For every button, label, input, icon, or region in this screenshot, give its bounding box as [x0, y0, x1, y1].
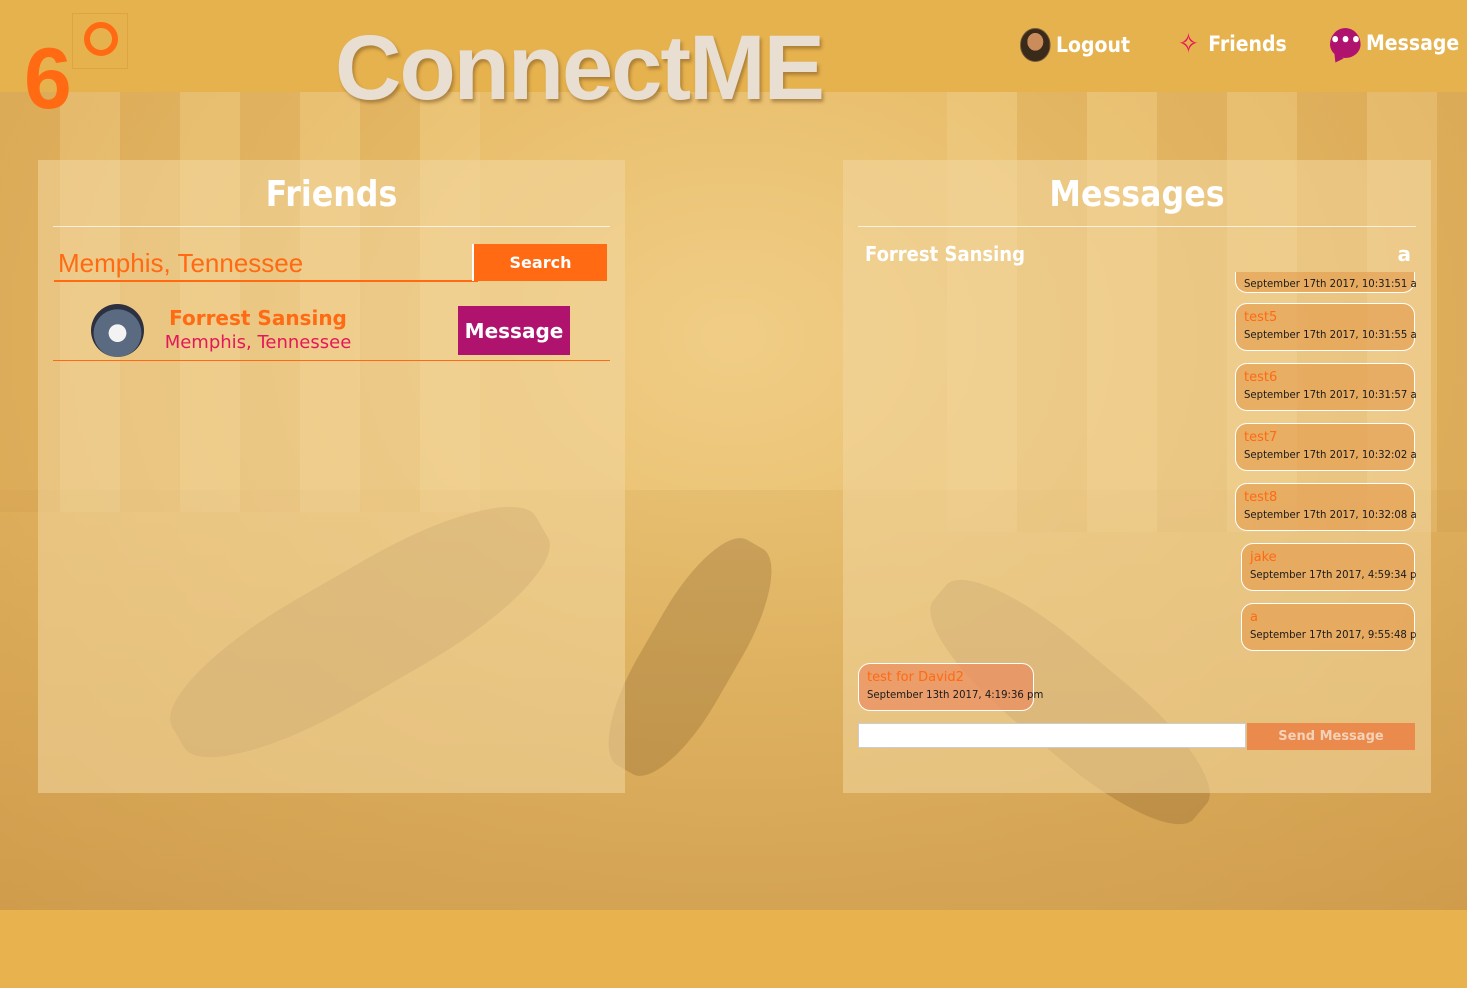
nav-logout-label: Logout — [1056, 33, 1131, 57]
message-text: jake — [1250, 550, 1277, 565]
message-bubble: test6 September 17th 2017, 10:31:57 am — [1235, 363, 1416, 411]
friend-result-row: Forrest Sansing Memphis, Tennessee Messa… — [53, 300, 610, 361]
messages-panel: Messages Forrest Sansing a September 17t… — [843, 160, 1431, 793]
message-time: September 17th 2017, 10:32:08 am — [1244, 508, 1416, 521]
conversation-name: Forrest Sansing — [865, 242, 1025, 266]
message-list[interactable]: September 17th 2017, 10:31:51 am test5 S… — [858, 272, 1416, 714]
message-time: September 17th 2017, 9:55:48 pm — [1250, 628, 1416, 641]
message-bubble: September 17th 2017, 10:31:51 am — [1235, 272, 1416, 293]
message-text: test7 — [1244, 430, 1278, 445]
messages-title: Messages — [1049, 174, 1225, 215]
message-bubble: test5 September 17th 2017, 10:31:55 am — [1235, 303, 1416, 351]
footer — [0, 910, 1467, 988]
chat-bubble-icon: ••• — [1330, 28, 1361, 58]
conversation-corner-letter: a — [1397, 242, 1412, 266]
brand-title: ConnectME — [335, 17, 825, 119]
message-time: September 17th 2017, 4:59:34 pm — [1250, 568, 1416, 581]
message-time: September 17th 2017, 10:31:55 am — [1244, 328, 1416, 341]
user-avatar-icon — [1020, 28, 1051, 62]
nav-logout[interactable]: Logout — [1020, 28, 1130, 62]
nav-friends-label: Friends — [1208, 32, 1287, 56]
friends-title: Friends — [265, 174, 398, 215]
logo-degree-icon — [84, 22, 118, 56]
message-bubble: a September 17th 2017, 9:55:48 pm — [1241, 603, 1416, 651]
avatar[interactable] — [91, 304, 144, 357]
friend-name[interactable]: Forrest Sansing — [163, 306, 353, 330]
friends-panel: Friends Search Forrest Sansing Memphis, … — [38, 160, 625, 793]
message-time: September 17th 2017, 10:32:02 am — [1244, 448, 1416, 461]
message-input[interactable] — [858, 723, 1246, 748]
message-bubble: test for David2 September 13th 2017, 4:1… — [858, 663, 1044, 711]
message-bubble: jake September 17th 2017, 4:59:34 pm — [1241, 543, 1416, 591]
message-text: test5 — [1244, 310, 1278, 325]
nav-friends[interactable]: ✧ Friends — [1174, 28, 1287, 60]
message-time: September 13th 2017, 4:19:36 pm — [867, 688, 1044, 701]
search-button[interactable]: Search — [472, 244, 607, 281]
message-text: a — [1250, 610, 1258, 625]
message-text: test6 — [1244, 370, 1278, 385]
message-text: test8 — [1244, 490, 1278, 505]
message-bubble: test8 September 17th 2017, 10:32:08 am — [1235, 483, 1416, 531]
friend-location: Memphis, Tennessee — [164, 332, 352, 353]
message-time: September 17th 2017, 10:31:57 am — [1244, 388, 1416, 401]
nav-message[interactable]: ••• Message — [1330, 28, 1459, 58]
message-bubble: test7 September 17th 2017, 10:32:02 am — [1235, 423, 1416, 471]
divider — [53, 226, 610, 227]
divider — [858, 226, 1416, 227]
logo-number: 6 — [24, 31, 72, 127]
message-friend-button[interactable]: Message — [458, 306, 570, 355]
people-icon: ✧ — [1177, 27, 1199, 60]
message-text: test for David2 — [867, 670, 964, 685]
send-message-button[interactable]: Send Message — [1247, 723, 1415, 750]
friend-search-input[interactable] — [54, 246, 478, 282]
message-time: September 17th 2017, 10:31:51 am — [1244, 277, 1416, 290]
nav-message-label: Message — [1366, 31, 1460, 55]
